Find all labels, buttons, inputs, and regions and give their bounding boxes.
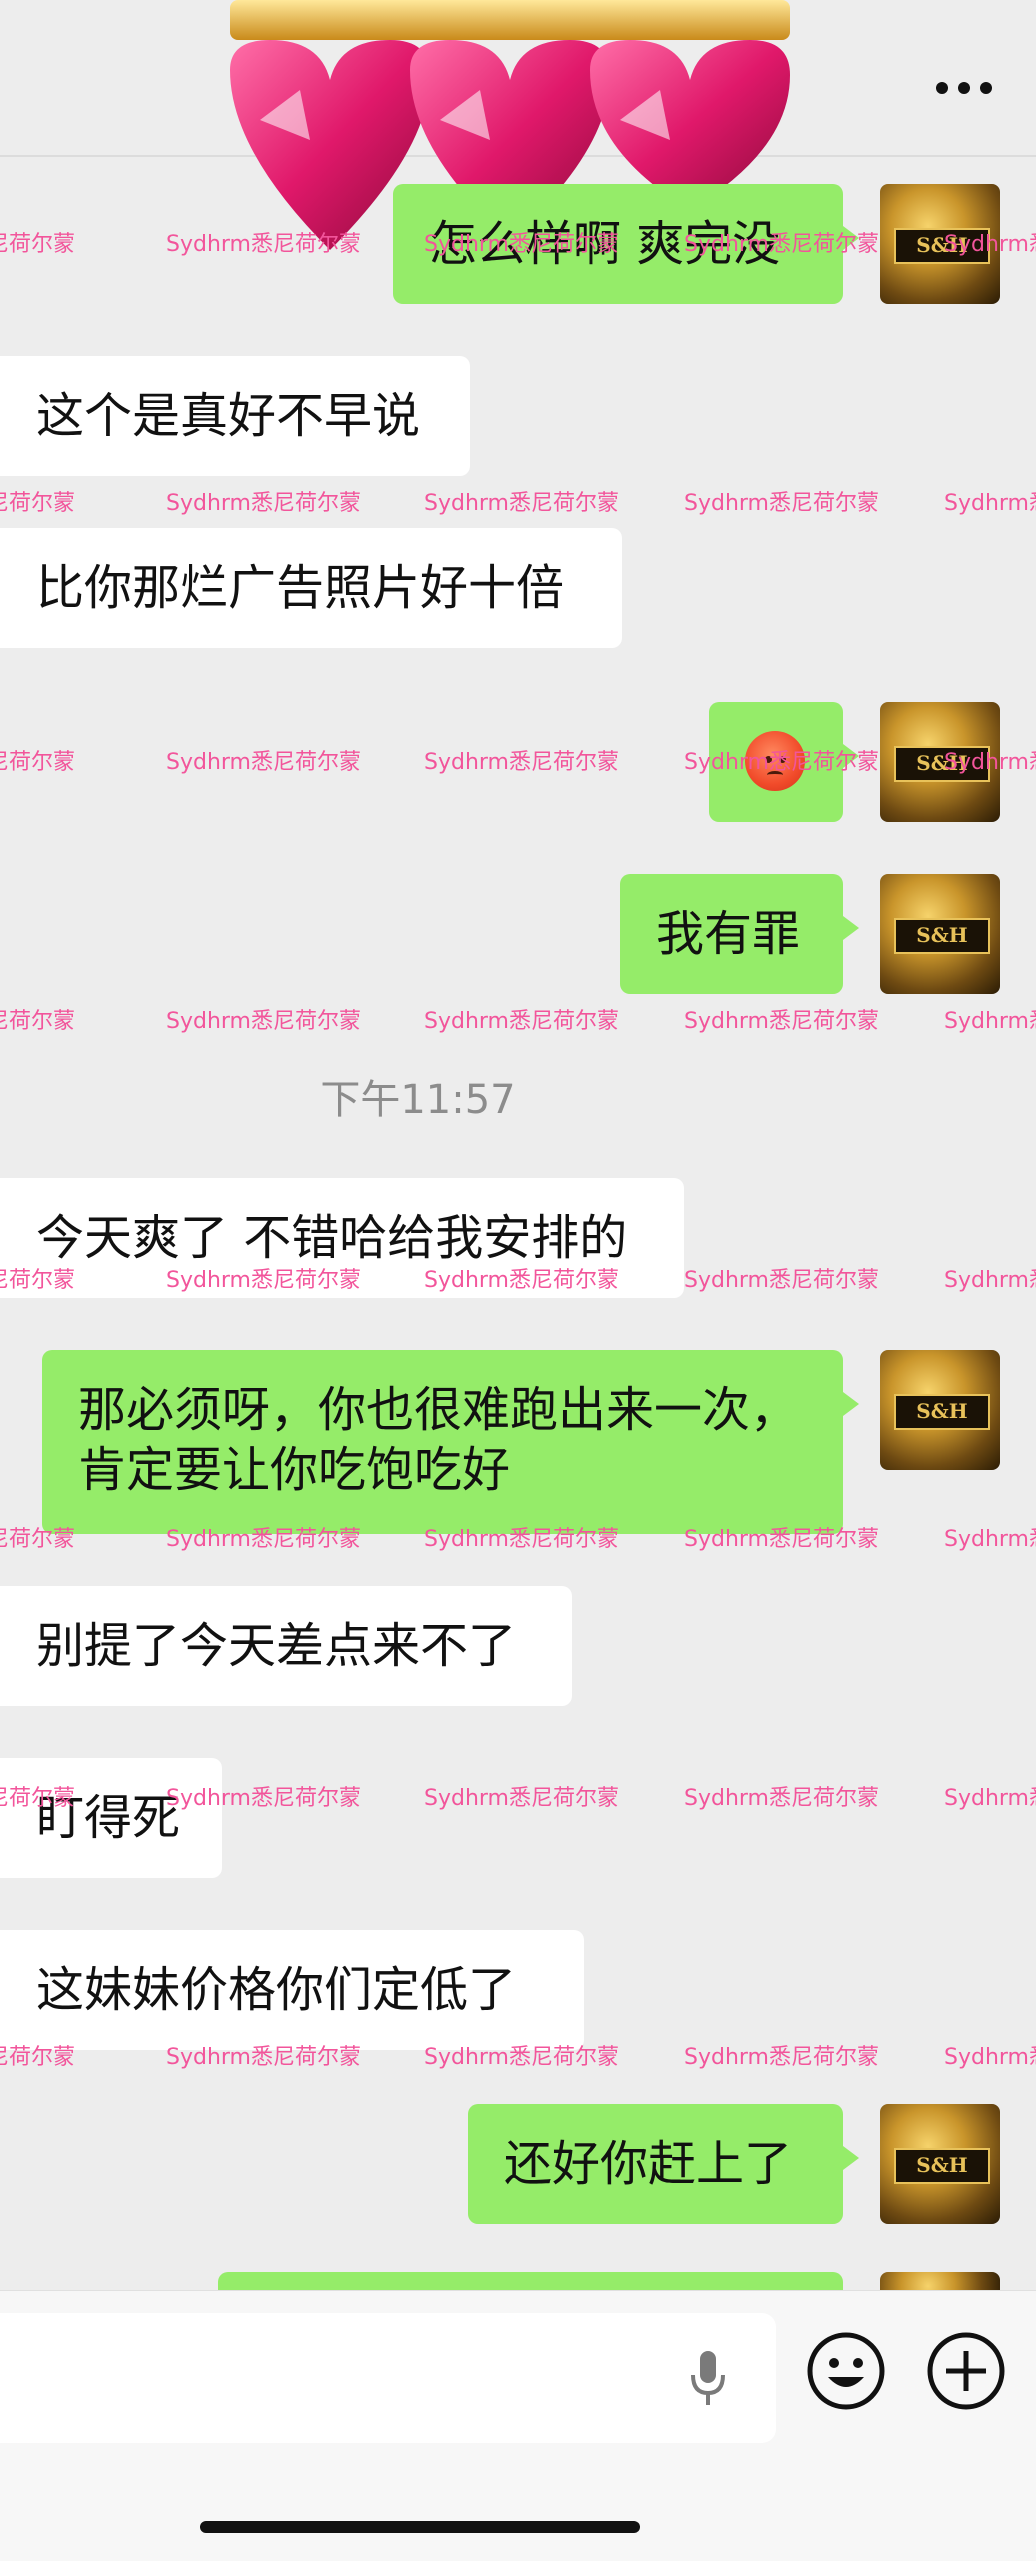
microphone-icon[interactable] — [688, 2349, 728, 2409]
message-bubble-incoming[interactable]: 这妹妹价格你们定低了 — [0, 1930, 584, 2050]
home-indicator[interactable] — [200, 2521, 640, 2533]
message-text: 这个是真好不早说 — [36, 388, 421, 444]
watermark-text: Sydhrm悉尼荷尔蒙 — [944, 1009, 1036, 1033]
watermark-text: Sydhrm悉尼荷尔蒙 — [944, 2045, 1036, 2069]
message-bubble-outgoing[interactable]: 那必须呀，你也很难跑出来一次， 肯定要让你吃饱吃好 — [42, 1350, 859, 1534]
timestamp: 下午11:57 — [320, 1077, 516, 1123]
watermark-text: Sydhrm悉尼荷尔蒙 — [0, 750, 75, 774]
message-text: 我有罪 — [656, 906, 801, 962]
watermark-row: Sydhrm悉尼荷尔蒙 Sydhrm悉尼荷尔蒙 Sydhrm悉尼荷尔蒙 Sydhrm悉… — [0, 1003, 1036, 1033]
watermark-text: Sydhrm悉尼荷尔蒙 — [166, 491, 361, 515]
watermark-text: Sydhrm悉尼荷尔蒙 — [944, 1268, 1036, 1292]
message-bubble-incoming[interactable]: 今天爽了 不错哈给我安排的 — [0, 1178, 684, 1298]
watermark-text: Sydhrm悉尼荷尔蒙 — [0, 1009, 75, 1033]
watermark-text: Sydhrm悉尼荷尔蒙 — [0, 232, 75, 256]
plus-icon[interactable] — [926, 2331, 1006, 2411]
watermark-text: Sydhrm悉尼荷尔蒙 — [944, 1527, 1036, 1551]
watermark-text: Sydhrm悉尼荷尔蒙 — [684, 1786, 879, 1810]
watermark-text: Sydhrm悉尼荷尔蒙 — [424, 1009, 619, 1033]
message-text: 怎么样啊 爽完没 — [429, 216, 781, 272]
watermark-row: Sydhrm悉尼荷尔蒙 Sydhrm悉尼荷尔蒙 Sydhrm悉尼荷尔蒙 Sydhrm悉… — [0, 485, 1036, 515]
watermark-text: Sydhrm悉尼荷尔蒙 — [684, 491, 879, 515]
watermark-text: Sydhrm悉尼荷尔蒙 — [424, 491, 619, 515]
message-bubble-incoming[interactable]: 别提了今天差点来不了 — [0, 1586, 572, 1706]
input-bar — [0, 2290, 1036, 2561]
message-bubble-outgoing[interactable]: 还好你赶上了 — [468, 2104, 859, 2224]
watermark-text: Sydhrm悉尼荷尔蒙 — [424, 1786, 619, 1810]
watermark-text: Sydhrm悉尼荷尔蒙 — [166, 1009, 361, 1033]
watermark-text: Sydhrm悉尼荷尔蒙 — [944, 1786, 1036, 1810]
message-text: 今天爽了 不错哈给我安排的 — [36, 1210, 628, 1266]
message-text: 还好你赶上了 — [504, 2136, 793, 2192]
message-bubble-incoming[interactable]: 比你那烂广告照片好十倍 — [0, 528, 622, 648]
message-text: 盯得死 — [36, 1790, 181, 1846]
more-icon[interactable] — [936, 78, 996, 98]
message-text: 这妹妹价格你们定低了 — [36, 1962, 517, 2018]
watermark-text: Sydhrm悉尼荷尔蒙 — [0, 491, 75, 515]
message-bubble-outgoing[interactable]: 怎么样啊 爽完没 — [393, 184, 859, 304]
watermark-text: Sydhrm悉尼荷尔蒙 — [944, 491, 1036, 515]
message-bubble-outgoing[interactable] — [709, 702, 859, 822]
avatar[interactable]: S&H — [880, 2104, 1000, 2224]
red-face-emoji — [745, 731, 805, 791]
avatar[interactable]: S&H — [880, 702, 1000, 822]
message-text-line: 那必须呀，你也很难跑出来一次， — [78, 1382, 799, 1438]
message-bubble-incoming[interactable]: 盯得死 — [0, 1758, 222, 1878]
watermark-text: Sydhrm悉尼荷尔蒙 — [166, 750, 361, 774]
message-text: 比你那烂广告照片好十倍 — [36, 560, 565, 616]
watermark-text: Sydhrm悉尼荷尔蒙 — [684, 1009, 879, 1033]
avatar[interactable]: S&H — [880, 874, 1000, 994]
message-bubble-outgoing[interactable]: 我有罪 — [620, 874, 859, 994]
message-text-line: 肯定要让你吃饱吃好 — [78, 1442, 511, 1498]
avatar[interactable]: S&H — [880, 184, 1000, 304]
avatar[interactable]: S&H — [880, 1350, 1000, 1470]
watermark-text: Sydhrm悉尼荷尔蒙 — [684, 2045, 879, 2069]
message-text: 别提了今天差点来不了 — [36, 1618, 517, 1674]
message-input[interactable] — [0, 2313, 776, 2443]
watermark-text: Sydhrm悉尼荷尔蒙 — [684, 1268, 879, 1292]
watermark-text: Sydhrm悉尼荷尔蒙 — [424, 750, 619, 774]
message-bubble-incoming[interactable]: 这个是真好不早说 — [0, 356, 470, 476]
emoji-icon[interactable] — [806, 2331, 886, 2411]
